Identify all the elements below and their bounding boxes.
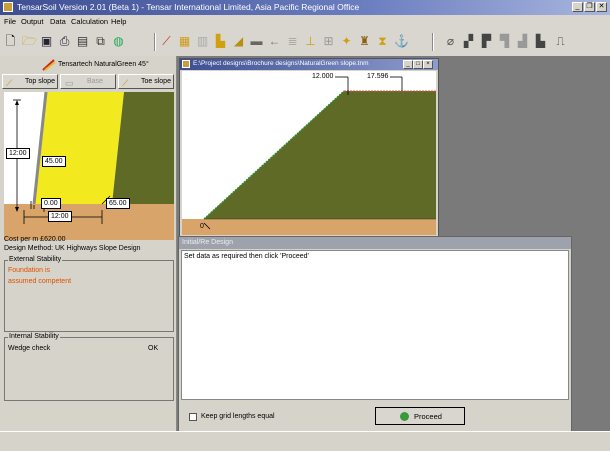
drawing-window-titlebar: E:\Project designs\Brochure designs\Natu… <box>180 59 438 70</box>
menu-data[interactable]: Data <box>50 17 66 26</box>
base-label: Base <box>87 78 103 85</box>
menu-output[interactable]: Output <box>21 17 44 26</box>
minimize-button[interactable]: _ <box>572 2 583 12</box>
copy-icon[interactable]: ⧉ <box>94 34 107 48</box>
foundation-note-2: assumed competent <box>8 278 72 285</box>
anchor-tool-icon[interactable]: ⚓ <box>394 34 409 48</box>
geometry-tool-icon[interactable]: ⟋ <box>160 34 173 48</box>
left-panel: Tensartech NaturalGreen 45° ⟋ Top slope … <box>0 56 177 431</box>
foundation-note-1: Foundation is <box>8 267 51 274</box>
height-dimension-label: 12:00 <box>6 148 30 159</box>
drawing-window-title: E:\Project designs\Brochure designs\Natu… <box>193 60 369 67</box>
top-left-dimension: 12.000 <box>312 73 334 80</box>
message-window-titlebar: Initial/Re Design <box>179 237 571 249</box>
external-stability-group: External Stability Foundation is assumed… <box>4 256 174 332</box>
product-label: Tensartech NaturalGreen 45° <box>58 61 149 68</box>
title-bar: TensarSoil Version 2.01 (Beta 1) - Tensa… <box>0 0 610 15</box>
toolbar: 🗋 🗁 ▣ ⎙ ▤ ⧉ ◍ ⟋ ▦ ▥ ▙ ◢ ▬ ← ≣ ⊥ ⊞ ✦ ♜ ⧗ … <box>0 28 610 57</box>
arrow-tool-icon[interactable]: ← <box>268 34 281 48</box>
wall-tool-icon[interactable]: ♜ <box>358 34 371 48</box>
new-file-icon[interactable]: 🗋 <box>4 34 17 48</box>
open-folder-icon[interactable]: 🗁 <box>22 34 37 48</box>
keep-grid-label: Keep grid lengths equal <box>201 413 275 420</box>
app-icon <box>3 2 13 12</box>
window-title: TensarSoil Version 2.01 (Beta 1) - Tensa… <box>17 2 360 12</box>
width-dimension-label: 12:00 <box>48 211 72 222</box>
top-slope-icon: ⟋ <box>6 78 13 88</box>
status-bar <box>0 431 610 451</box>
load-tool-icon[interactable]: ✦ <box>340 34 353 48</box>
calc-c-icon: ▜ <box>499 34 510 48</box>
proceed-button[interactable]: Proceed <box>375 407 465 425</box>
calc-b-icon[interactable]: ▛ <box>480 34 493 48</box>
message-area: Set data as required then click 'Proceed… <box>181 250 569 400</box>
save-icon[interactable]: ▣ <box>40 34 53 48</box>
slope-tool-icon[interactable]: ◢ <box>232 34 245 48</box>
toe-slope-button[interactable]: ⟋ Toe slope <box>118 74 174 89</box>
message-text: Set data as required then click 'Proceed… <box>184 253 309 260</box>
drawing-window[interactable]: E:\Project designs\Brochure designs\Natu… <box>179 58 439 238</box>
slope-diagram: 12:00 45.00 0.00 65.00 12:00 <box>4 92 174 240</box>
reinforcement-tool-icon[interactable]: ⊥ <box>304 34 317 48</box>
design-message-window: Initial/Re Design Set data as required t… <box>178 236 572 433</box>
grid-tool-icon[interactable]: ⊞ <box>322 34 335 48</box>
slope-diagram-graphic <box>4 92 174 240</box>
proceed-icon <box>400 412 409 421</box>
drawing-canvas[interactable]: 12.000 17.596 0 <box>182 71 436 235</box>
slope-section-graphic <box>182 76 436 235</box>
proceed-label: Proceed <box>414 412 442 421</box>
preview-icon[interactable]: ▤ <box>76 34 89 48</box>
print-icon[interactable]: ⎙ <box>58 34 71 48</box>
calc-a-icon[interactable]: ▞ <box>462 34 475 48</box>
wedge-check-label: Wedge check <box>8 345 51 352</box>
menu-bar: File Output Data Calculation Help <box>0 15 610 28</box>
external-stability-title: External Stability <box>8 256 63 263</box>
toe-slope-label: Toe slope <box>141 78 171 85</box>
slip-circle-icon[interactable]: ⌀ <box>444 34 457 48</box>
top-slope-label: Top slope <box>25 78 55 85</box>
internal-stability-title: Internal Stability <box>8 333 60 340</box>
drawing-close-button[interactable]: × <box>423 60 433 69</box>
close-button[interactable]: ✕ <box>596 2 607 12</box>
drawing-maximize-button[interactable]: □ <box>413 60 423 69</box>
origin-label: 0 <box>200 223 204 230</box>
layer-tool-icon[interactable]: ▙ <box>214 34 227 48</box>
toe-slope-icon: ⟋ <box>122 78 129 88</box>
design-method: Design Method: UK Highways Slope Design <box>4 245 141 252</box>
calc-d-icon: ▟ <box>517 34 528 48</box>
surcharge-tool-icon[interactable]: ▬ <box>250 34 263 48</box>
facing-tool-icon[interactable]: ▦ <box>178 34 191 48</box>
base-icon: ▭ <box>65 78 74 88</box>
internal-stability-group: Internal Stability Wedge check OK <box>4 333 174 401</box>
globe-icon[interactable]: ◍ <box>112 34 125 48</box>
help-icon[interactable]: ⎍ <box>554 34 567 48</box>
menu-help[interactable]: Help <box>111 17 126 26</box>
side-dimension-label: 65.00 <box>106 198 130 209</box>
angle-dimension-label: 45.00 <box>42 156 66 167</box>
drawing-minimize-button[interactable]: _ <box>403 60 413 69</box>
product-icon <box>42 59 56 71</box>
analysis-tool-icon[interactable]: ⧗ <box>376 34 389 48</box>
menu-file[interactable]: File <box>4 17 16 26</box>
top-slope-button[interactable]: ⟋ Top slope <box>2 74 58 89</box>
cost-line: Cost per m £620.00 <box>4 236 66 243</box>
document-icon <box>182 60 190 68</box>
base-button: ▭ Base <box>60 74 116 89</box>
toe-dimension-label: 0.00 <box>41 198 61 209</box>
calc-e-icon[interactable]: ▙ <box>534 34 547 48</box>
menu-calculation[interactable]: Calculation <box>71 17 108 26</box>
keep-grid-checkbox[interactable] <box>189 413 197 421</box>
disabled-tool-icon: ▥ <box>196 34 209 48</box>
maximize-button[interactable]: ❐ <box>584 2 595 12</box>
message-window-title: Initial/Re Design <box>182 239 233 246</box>
top-right-dimension: 17.596 <box>367 73 389 80</box>
wedge-check-result: OK <box>148 345 159 352</box>
water-tool-icon[interactable]: ≣ <box>286 34 299 48</box>
